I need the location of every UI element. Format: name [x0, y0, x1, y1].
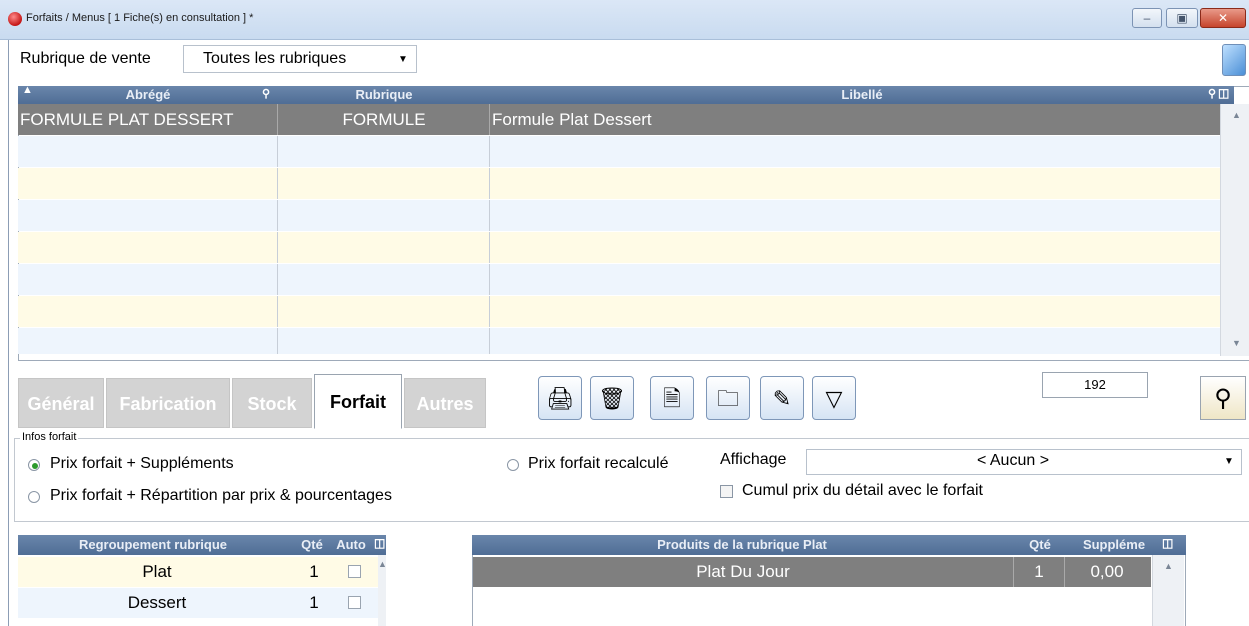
col-produits[interactable]: Produits de la rubrique Plat [472, 535, 1012, 555]
cumul-label: Cumul prix du détail avec le forfait [742, 482, 983, 499]
table-row[interactable] [18, 264, 1220, 295]
table-row[interactable] [18, 296, 1220, 327]
auto-checkbox[interactable] [348, 565, 361, 578]
trash-icon[interactable]: 🗑 [590, 376, 634, 420]
affichage-label: Affichage [720, 451, 787, 468]
cell-produit: Plat Du Jour [696, 562, 790, 581]
cell-libelle: Formule Plat Dessert [492, 110, 652, 129]
col-regroupement[interactable]: Regroupement rubrique [18, 535, 288, 555]
rubrique-label: Rubrique de vente [20, 50, 151, 67]
cell-rubrique-name: Dessert [127, 593, 187, 612]
affichage-select-value: < Aucun > [976, 452, 1050, 469]
search-icon[interactable]: ⚲ [1200, 376, 1246, 420]
new-document-icon[interactable]: 🗎 [650, 376, 694, 420]
search-icon[interactable]: ⚲ [1208, 87, 1216, 100]
col-libelle[interactable]: Libellé [490, 86, 1234, 104]
column-picker-icon[interactable]: ◫ [374, 536, 385, 550]
grid-header: ▲ Abrégé ⚲ Rubrique Libellé ⚲ ◫ [18, 84, 1234, 104]
edit-folder-icon[interactable]: ✎ [760, 376, 804, 420]
col-rubrique[interactable]: Rubrique [278, 86, 490, 104]
option-prix-supplements-label: Prix forfait + Suppléments [50, 455, 234, 472]
tab-general[interactable]: Général [18, 378, 104, 428]
column-picker-icon[interactable]: ◫ [1218, 86, 1229, 100]
close-button[interactable]: ✕ [1200, 8, 1246, 28]
table-row[interactable] [18, 136, 1220, 167]
col-supplement[interactable]: Suppléme [1068, 535, 1160, 555]
filter-icon[interactable]: ▽ [812, 376, 856, 420]
cell-rubrique-name: Plat [142, 562, 172, 581]
infos-forfait-legend: Infos forfait [20, 431, 79, 443]
radio-prix-supplements[interactable] [28, 459, 40, 471]
cell-qte: 1 [1013, 557, 1065, 587]
printer-icon[interactable]: 🖨 [538, 376, 582, 420]
radio-prix-recalcule[interactable] [507, 459, 519, 471]
table-row[interactable]: FORMULE PLAT DESSERT FORMULE Formule Pla… [18, 104, 1220, 135]
produits-header: Produits de la rubrique Plat Qté Supplém… [472, 535, 1186, 555]
grid-scrollbar[interactable]: ▲ ▼ [1220, 104, 1249, 356]
record-count: 192 [1042, 372, 1148, 398]
tab-forfait[interactable]: Forfait [314, 374, 402, 429]
table-row[interactable] [18, 328, 1220, 354]
maximize-button[interactable]: ▣ [1166, 8, 1198, 28]
window-title: Forfaits / Menus [ 1 Fiche(s) en consult… [26, 12, 254, 24]
table-row[interactable] [18, 232, 1220, 263]
cell-qte: 1 [309, 562, 319, 581]
cell-qte: 1 [309, 593, 319, 612]
table-row[interactable]: Plat 1 [18, 557, 378, 587]
cell-abrege: FORMULE PLAT DESSERT [20, 110, 234, 129]
eraser-icon[interactable] [1222, 44, 1246, 76]
col-qte[interactable]: Qté [296, 535, 328, 555]
app-icon [8, 12, 22, 26]
search-icon[interactable]: ⚲ [262, 87, 270, 100]
col-auto[interactable]: Auto [328, 535, 374, 555]
table-row[interactable] [18, 200, 1220, 231]
scroll-up-icon[interactable]: ▲ [1164, 561, 1173, 571]
col-qte[interactable]: Qté [1012, 535, 1068, 555]
tab-fabrication[interactable]: Fabrication [106, 378, 230, 428]
col-abrege[interactable]: Abrégé [18, 86, 278, 104]
scroll-up-icon[interactable]: ▲ [1232, 110, 1241, 120]
chevron-down-icon[interactable]: ▼ [398, 54, 408, 65]
radio-prix-repartition[interactable] [28, 491, 40, 503]
scroll-down-icon[interactable]: ▼ [1232, 338, 1241, 348]
auto-checkbox[interactable] [348, 596, 361, 609]
rubrique-select-value: Toutes les rubriques [203, 50, 347, 67]
chevron-down-icon[interactable]: ▼ [1224, 456, 1234, 467]
cumul-checkbox[interactable] [720, 485, 733, 498]
grid-body: FORMULE PLAT DESSERT FORMULE Formule Pla… [18, 104, 1220, 354]
option-prix-repartition-label: Prix forfait + Répartition par prix & po… [50, 487, 392, 504]
cell-supplement: 0,00 [1090, 562, 1124, 581]
minimize-button[interactable]: – [1132, 8, 1162, 28]
produits-scrollbar[interactable]: ▲ [1152, 555, 1184, 626]
cell-rubrique: FORMULE [342, 110, 426, 129]
folder-icon[interactable]: 🗀 [706, 376, 750, 420]
table-row[interactable] [18, 168, 1220, 199]
table-row[interactable]: Dessert 1 [18, 588, 378, 618]
table-row[interactable]: Plat Du Jour 1 0,00 [473, 557, 1151, 587]
option-prix-recalcule-label: Prix forfait recalculé [528, 455, 669, 472]
tab-autres[interactable]: Autres [404, 378, 486, 428]
tab-stock[interactable]: Stock [232, 378, 312, 428]
regroupement-header: Regroupement rubrique Qté Auto ◫ [18, 535, 386, 555]
regroupement-scrollbar[interactable]: ▲ [378, 555, 387, 626]
scroll-up-icon[interactable]: ▲ [378, 559, 387, 569]
column-picker-icon[interactable]: ◫ [1162, 536, 1173, 550]
window-border [8, 40, 9, 626]
